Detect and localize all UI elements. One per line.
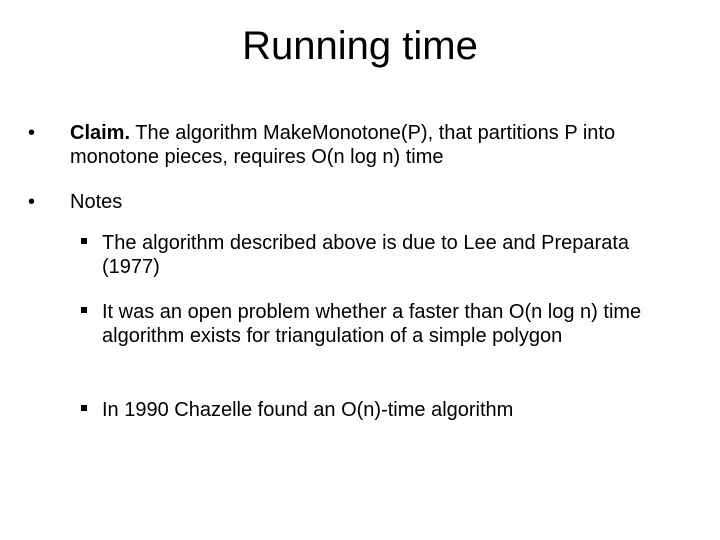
bullet-notes: Notes (70, 191, 123, 213)
bullet-claim: Claim. The algorithm MakeMonotone(P), th… (70, 121, 690, 169)
sub-bullet-lee-preparata: The algorithm described above is due to … (102, 232, 630, 278)
square-bullet-icon (81, 238, 87, 244)
square-bullet-icon (81, 307, 87, 313)
sub-bullet-open-problem: It was an open problem whether a faster … (102, 301, 642, 347)
sub-bullet-chazelle: In 1990 Chazelle found an O(n)-time algo… (102, 399, 514, 421)
slide-title: Running time (242, 24, 478, 68)
bullet-icon: • (28, 122, 36, 144)
claim-text: The algorithm MakeMonotone(P), that part… (70, 122, 616, 168)
square-bullet-icon (81, 405, 87, 411)
bullet-icon: • (28, 191, 36, 213)
claim-label: Claim. (70, 122, 131, 144)
